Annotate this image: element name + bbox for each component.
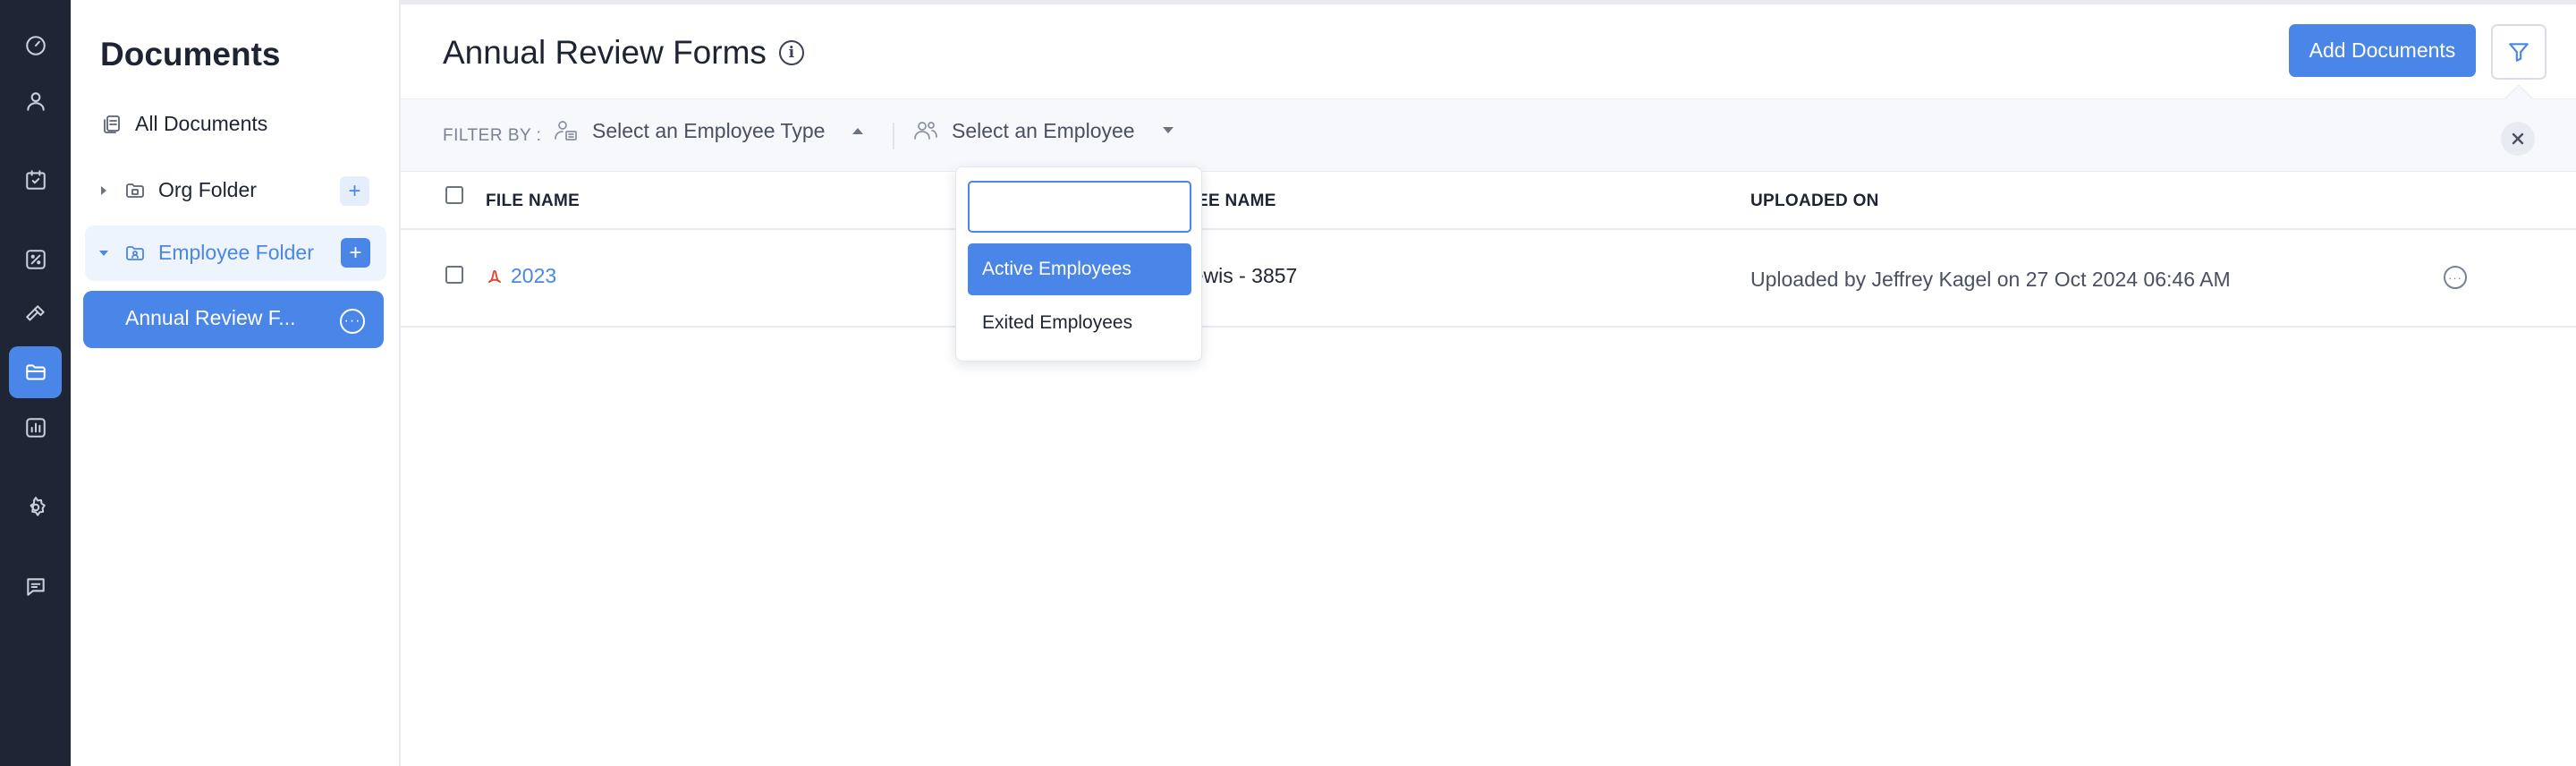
add-employee-folder-button[interactable]: +	[341, 238, 370, 268]
page-title-text: Annual Review Forms	[443, 34, 767, 71]
employee-folder-label: Employee Folder	[158, 241, 314, 264]
filter-icon	[2509, 43, 2529, 62]
folder-icon[interactable]	[9, 346, 62, 398]
calendar-icon[interactable]	[9, 154, 62, 206]
employee-type-select[interactable]: Select an Employee Type	[553, 117, 864, 144]
row-checkbox[interactable]	[445, 266, 463, 284]
more-options-icon[interactable]: ···	[340, 309, 365, 334]
page-title: Annual Review Forms i	[443, 34, 804, 72]
chat-icon[interactable]	[9, 561, 62, 613]
filter-toggle-button[interactable]	[2491, 24, 2546, 80]
documents-icon	[104, 115, 120, 133]
tools-icon[interactable]	[9, 288, 62, 340]
filter-bar: FILTER BY : Select an Employee Type Sele…	[401, 98, 2576, 172]
dashboard-icon[interactable]	[9, 20, 62, 72]
icon-rail	[0, 0, 71, 766]
panel-title: Documents	[100, 36, 281, 72]
table-header: FILE NAME EMPLOYEE NAME UPLOADED ON	[401, 172, 2576, 230]
employee-type-dropdown: Active Employees Exited Employees	[955, 166, 1202, 362]
add-org-folder-button[interactable]: +	[340, 176, 369, 206]
option-exited-employees[interactable]: Exited Employees	[968, 297, 1191, 349]
uploaded-on-cell: Uploaded by Jeffrey Kagel on 27 Oct 2024…	[1750, 268, 2231, 291]
employee-placeholder: Select an Employee	[952, 118, 1135, 142]
close-icon	[2512, 132, 2524, 145]
close-filter-button[interactable]	[2501, 122, 2535, 156]
filter-separator	[893, 123, 894, 149]
caret-right-icon[interactable]	[96, 183, 112, 199]
employees-icon	[914, 122, 937, 140]
pdf-icon	[486, 268, 504, 285]
documents-panel: Documents All Documents Org Folder + Emp…	[71, 0, 401, 766]
annual-review-label: Annual Review F...	[125, 306, 296, 329]
column-uploaded-on[interactable]: UPLOADED ON	[1750, 192, 1879, 211]
file-name-link[interactable]: 2023	[511, 264, 556, 288]
option-active-employees[interactable]: Active Employees	[968, 243, 1191, 295]
table-row[interactable]: 2023 Fiona Lewis - 3857 Uploaded by Jeff…	[401, 230, 2576, 328]
column-file-name[interactable]: FILE NAME	[486, 192, 580, 211]
org-folder-label: Org Folder	[158, 178, 257, 201]
file-name-cell[interactable]: 2023	[486, 264, 556, 288]
select-all-checkbox[interactable]	[445, 186, 463, 204]
caret-down-icon[interactable]	[96, 245, 112, 261]
add-documents-button[interactable]: Add Documents	[2289, 24, 2476, 77]
caret-up-icon	[852, 126, 864, 135]
employee-type-placeholder: Select an Employee Type	[592, 118, 826, 142]
sidebar-item-org-folder[interactable]: Org Folder	[96, 178, 257, 202]
org-folder-icon	[126, 183, 144, 198]
dropdown-search-input[interactable]	[968, 181, 1191, 233]
employee-select[interactable]: Select an Employee	[912, 117, 1174, 144]
employee-type-icon	[555, 121, 577, 140]
all-documents-label: All Documents	[135, 112, 268, 135]
settings-icon[interactable]	[9, 481, 62, 533]
sidebar-item-employee-folder[interactable]: Employee Folder	[96, 241, 314, 265]
row-more-icon[interactable]: ···	[2444, 266, 2467, 289]
sidebar-item-annual-review[interactable]: Annual Review F... ···	[83, 291, 384, 348]
all-documents-item[interactable]: All Documents	[101, 112, 267, 136]
discount-icon[interactable]	[9, 234, 62, 285]
employee-folder-icon	[126, 245, 144, 260]
user-icon[interactable]	[9, 75, 62, 127]
caret-down-icon	[1162, 126, 1174, 135]
info-icon[interactable]: i	[778, 40, 804, 65]
main-content: Annual Review Forms i Add Documents FILT…	[401, 0, 2576, 766]
reports-icon[interactable]	[9, 402, 62, 454]
filter-by-label: FILTER BY :	[443, 126, 542, 145]
